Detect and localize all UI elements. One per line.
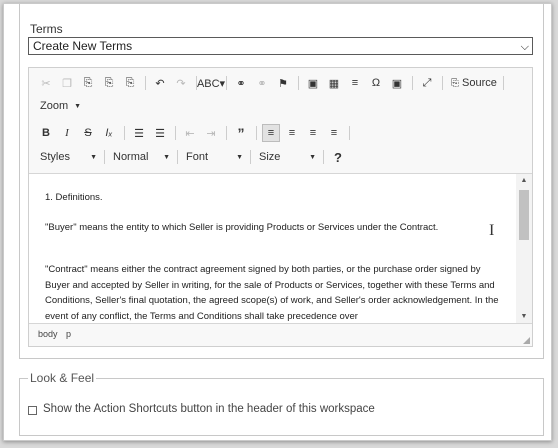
chevron-down-icon: ⌵	[520, 41, 529, 53]
image-icon[interactable]: ▣	[304, 74, 322, 92]
chevron-down-icon: ▼	[309, 153, 316, 161]
align-left-icon[interactable]: ≡	[262, 124, 280, 142]
zoom-label: Zoom	[40, 100, 69, 112]
size-dropdown[interactable]: Size ▼	[256, 148, 320, 166]
paragraph-contract: "Contract" means either the contract agr…	[45, 264, 499, 322]
numbered-list-icon[interactable]: ☰	[130, 124, 148, 142]
strikethrough-icon[interactable]: S	[79, 124, 97, 142]
toolbar-separator	[175, 126, 176, 140]
paste-icon[interactable]: ⎘	[79, 74, 97, 92]
paste-word-icon[interactable]: ⎘	[121, 74, 139, 92]
toolbar-separator	[104, 150, 105, 164]
align-center-icon[interactable]: ≡	[283, 124, 301, 142]
look-feel-section: Look & Feel Show the Action Shortcuts bu…	[19, 371, 544, 436]
anchor-flag-icon[interactable]: ⚑	[274, 74, 292, 92]
editor-scrollbar[interactable]: ▲ ▼	[516, 174, 532, 324]
terms-select-value: Create New Terms	[33, 39, 133, 53]
source-label: Source	[462, 77, 497, 89]
size-label: Size	[259, 151, 281, 163]
action-shortcuts-label[interactable]: Show the Action Shortcuts button in the …	[43, 403, 375, 415]
unlink-icon[interactable]: ⚭	[253, 74, 271, 92]
toolbar-separator	[145, 76, 146, 90]
toolbar-separator	[298, 76, 299, 90]
terms-label: Terms	[30, 22, 63, 36]
source-icon: ⎘	[451, 77, 459, 89]
copy-icon[interactable]: ❐	[58, 74, 76, 92]
text-cursor-icon: I	[489, 222, 495, 239]
toolbar-row-4: Styles ▼ Normal ▼ Font ▼ Size ▼ ?	[37, 148, 350, 166]
table-icon[interactable]: ▦	[325, 74, 343, 92]
special-char-icon[interactable]: Ω	[367, 74, 385, 92]
editor-content[interactable]: 1. Definitions. "Buyer" means the entity…	[29, 174, 516, 324]
toolbar-row-2: Zoom ▼	[37, 97, 85, 115]
rich-text-editor: ✂ ❐ ⎘ ⎘ ⎘ ↶ ↷ ABC▾ ⚭ ⚭ ⚑ ▣ ▦ ≡ Ω ▣ ⤢ ⎘ Source Zoom ▼ B I S Iₓ…	[28, 67, 533, 347]
undo-icon[interactable]: ↶	[151, 74, 169, 92]
action-shortcuts-checkbox[interactable]	[28, 406, 37, 415]
redo-icon[interactable]: ↷	[172, 74, 190, 92]
toolbar-separator	[502, 76, 504, 90]
editor-statusbar: body p	[29, 323, 532, 346]
chevron-down-icon: ▼	[163, 153, 170, 161]
source-button[interactable]: ⎘ Source	[448, 77, 500, 89]
maximize-icon[interactable]: ⤢	[418, 74, 436, 92]
element-path-p[interactable]: p	[66, 329, 71, 339]
bulleted-list-icon[interactable]: ☰	[151, 124, 169, 142]
toolbar-separator	[177, 150, 178, 164]
toolbar-row-1: ✂ ❐ ⎘ ⎘ ⎘ ↶ ↷ ABC▾ ⚭ ⚭ ⚑ ▣ ▦ ≡ Ω ▣ ⤢ ⎘ Source	[37, 74, 509, 92]
toolbar-separator	[412, 76, 413, 90]
styles-label: Styles	[40, 151, 70, 163]
scroll-thumb[interactable]	[519, 190, 529, 240]
terms-section: Terms Create New Terms ⌵ ✂ ❐ ⎘ ⎘ ⎘ ↶ ↷ ABC▾ ⚭ ⚭ ⚑ ▣…	[19, 4, 544, 359]
justify-icon[interactable]: ≡	[325, 124, 343, 142]
cut-icon[interactable]: ✂	[37, 74, 55, 92]
zoom-dropdown[interactable]: Zoom ▼	[37, 97, 85, 115]
toolbar-separator	[226, 126, 227, 140]
indent-icon[interactable]: ⇥	[202, 124, 220, 142]
toolbar-separator	[442, 76, 443, 90]
chevron-down-icon: ▼	[74, 102, 81, 110]
styles-dropdown[interactable]: Styles ▼	[37, 148, 101, 166]
dialog: Terms Create New Terms ⌵ ✂ ❐ ⎘ ⎘ ⎘ ↶ ↷ ABC▾ ⚭ ⚭ ⚑ ▣…	[3, 3, 552, 441]
format-label: Normal	[113, 151, 149, 163]
toolbar-separator	[349, 126, 350, 140]
element-path-body[interactable]: body	[38, 329, 58, 339]
horizontal-line-icon[interactable]: ≡	[346, 74, 364, 92]
bold-icon[interactable]: B	[37, 124, 55, 142]
toolbar-separator	[323, 150, 324, 164]
link-icon[interactable]: ⚭	[232, 74, 250, 92]
toolbar-separator	[256, 126, 257, 140]
spellcheck-icon[interactable]: ABC▾	[197, 74, 225, 92]
toolbar-separator	[250, 150, 251, 164]
scroll-down-icon[interactable]: ▼	[516, 310, 532, 324]
look-feel-legend: Look & Feel	[28, 371, 97, 385]
chevron-down-icon: ▼	[236, 153, 243, 161]
image2-icon[interactable]: ▣	[388, 74, 406, 92]
format-dropdown[interactable]: Normal ▼	[110, 148, 174, 166]
terms-select[interactable]: Create New Terms ⌵	[28, 37, 533, 55]
blockquote-icon[interactable]: ”	[232, 124, 250, 142]
font-label: Font	[186, 151, 209, 163]
outdent-icon[interactable]: ⇤	[181, 124, 199, 142]
paste-text-icon[interactable]: ⎘	[100, 74, 118, 92]
font-dropdown[interactable]: Font ▼	[183, 148, 247, 166]
toolbar-separator	[124, 126, 125, 140]
editor-toolbar: ✂ ❐ ⎘ ⎘ ⎘ ↶ ↷ ABC▾ ⚭ ⚭ ⚑ ▣ ▦ ≡ Ω ▣ ⤢ ⎘ Source Zoom ▼ B I S Iₓ…	[29, 68, 532, 174]
paragraph-definitions: 1. Definitions.	[45, 192, 103, 203]
scroll-up-icon[interactable]: ▲	[516, 174, 532, 188]
resize-handle-icon[interactable]	[523, 337, 530, 344]
chevron-down-icon: ▼	[90, 153, 97, 161]
help-icon[interactable]: ?	[329, 148, 347, 166]
toolbar-separator	[226, 76, 227, 90]
toolbar-row-3: B I S Iₓ ☰ ☰ ⇤ ⇥” ≡ ≡ ≡ ≡	[37, 124, 355, 142]
remove-format-icon[interactable]: Iₓ	[100, 124, 118, 142]
italic-icon[interactable]: I	[58, 124, 76, 142]
align-right-icon[interactable]: ≡	[304, 124, 322, 142]
paragraph-buyer: "Buyer" means the entity to which Seller…	[45, 222, 439, 233]
